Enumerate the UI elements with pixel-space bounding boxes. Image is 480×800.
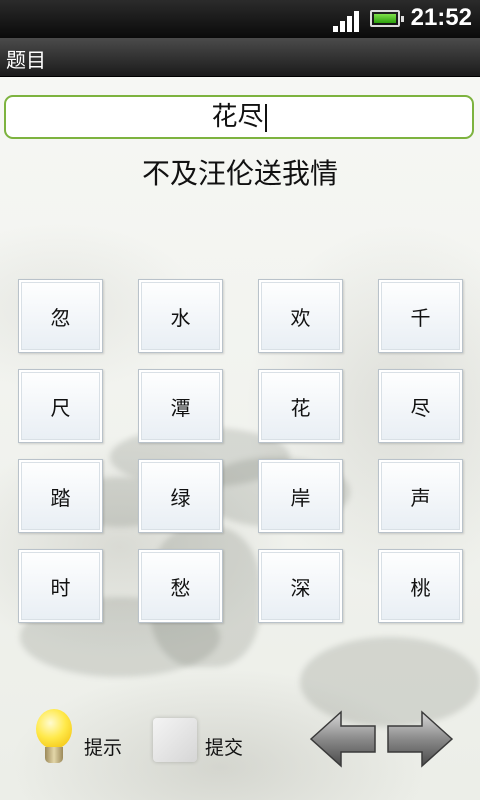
char-tile[interactable]: 千: [378, 279, 463, 353]
right-arrow-icon[interactable]: [386, 710, 454, 768]
page-title: 题目: [6, 48, 46, 72]
battery-icon: [370, 10, 404, 27]
answer-text: 花尽: [211, 102, 264, 132]
char-tile[interactable]: 愁: [138, 549, 223, 623]
submit-button-label[interactable]: 提交: [205, 733, 243, 760]
char-tile[interactable]: 尽: [378, 369, 463, 443]
title-bar: 题目: [0, 38, 480, 77]
char-tile[interactable]: 潭: [138, 369, 223, 443]
left-arrow-icon[interactable]: [309, 710, 377, 768]
hint-button-label[interactable]: 提示: [84, 733, 122, 760]
lightbulb-icon[interactable]: [33, 709, 75, 769]
answer-input[interactable]: 花尽: [4, 95, 474, 139]
char-tile[interactable]: 水: [138, 279, 223, 353]
char-tile[interactable]: 欢: [258, 279, 343, 353]
status-bar: 21:52: [0, 0, 480, 38]
char-tile[interactable]: 尺: [18, 369, 103, 443]
char-tile[interactable]: 花: [258, 369, 343, 443]
char-tile[interactable]: 深: [258, 549, 343, 623]
blank-square-icon[interactable]: [153, 718, 197, 762]
char-tile[interactable]: 时: [18, 549, 103, 623]
char-tile[interactable]: 忽: [18, 279, 103, 353]
signal-icon: [333, 10, 361, 32]
clock: 21:52: [410, 4, 472, 31]
character-grid: 忽 水 欢 千 尺 潭 花 尽 踏 绿 岸 声 时 愁 深 桃: [18, 279, 464, 623]
char-tile[interactable]: 声: [378, 459, 463, 533]
char-tile[interactable]: 岸: [258, 459, 343, 533]
text-cursor: [264, 103, 267, 132]
char-tile[interactable]: 桃: [378, 549, 463, 623]
clue-text: 不及汪伦送我情: [141, 157, 338, 190]
char-tile[interactable]: 绿: [138, 459, 223, 533]
char-tile[interactable]: 踏: [18, 459, 103, 533]
